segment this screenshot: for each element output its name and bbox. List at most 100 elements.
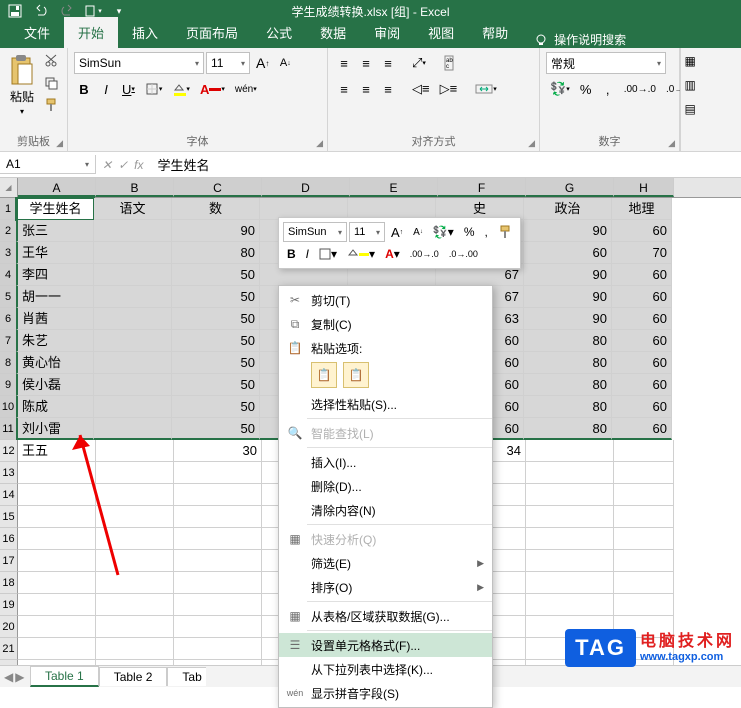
cell[interactable] [614,572,674,594]
cell[interactable]: 60 [612,418,672,440]
menu-show-phonetic[interactable]: wén显示拼音字段(S) [279,681,492,705]
cell[interactable] [94,308,172,330]
cell[interactable] [174,572,262,594]
border-button[interactable]: ▾ [141,78,167,100]
cell[interactable] [96,594,174,616]
menu-clear[interactable]: 清除内容(N) [279,498,492,522]
cell[interactable] [94,220,172,242]
cell[interactable]: 50 [172,286,260,308]
row-header[interactable]: 15 [0,506,18,528]
cell[interactable]: 数 [172,198,260,220]
cell[interactable] [614,484,674,506]
mini-border[interactable]: ▾ [315,244,341,264]
tab-insert[interactable]: 插入 [118,17,172,48]
menu-pick-from-list[interactable]: 从下拉列表中选择(K)... [279,657,492,681]
cell[interactable] [96,528,174,550]
cell[interactable] [614,506,674,528]
italic-button[interactable]: I [96,78,116,100]
col-header-B[interactable]: B [96,178,174,197]
cell[interactable] [96,440,174,462]
cancel-formula-icon[interactable]: ✕ [102,158,112,172]
row-header[interactable]: 13 [0,462,18,484]
cell[interactable] [94,264,172,286]
cell[interactable]: 50 [172,308,260,330]
menu-copy[interactable]: ⧉复制(C) [279,312,492,336]
cell[interactable]: 80 [524,374,612,396]
cell[interactable] [94,374,172,396]
orientation-icon[interactable]: ⤢▾ [408,52,430,74]
fx-icon[interactable]: fx [134,158,143,172]
cell[interactable] [18,506,96,528]
col-header-D[interactable]: D [262,178,350,197]
mini-font-color[interactable]: A▾ [381,244,404,264]
mini-percent[interactable]: % [460,222,479,242]
cell[interactable]: 地理 [612,198,672,220]
cell[interactable] [18,550,96,572]
paste-option-default[interactable]: 📋 [311,362,337,388]
sheet-tab-1[interactable]: Table 1 [30,666,99,687]
select-all-button[interactable]: ◢ [0,178,18,197]
mini-shrink-font[interactable]: A↓ [409,222,427,242]
cell[interactable]: 李四 [16,264,94,286]
cell[interactable]: 刘小雷 [16,418,94,440]
cell[interactable] [174,638,262,660]
cell[interactable]: 60 [612,264,672,286]
cell[interactable]: 80 [524,418,612,440]
row-header[interactable]: 19 [0,594,18,616]
accounting-format-icon[interactable]: 💱▾ [546,78,574,100]
cell[interactable]: 60 [612,220,672,242]
cell[interactable] [96,484,174,506]
cell[interactable]: 90 [172,220,260,242]
table-format-icon[interactable]: ▥ [685,78,703,96]
mini-inc-decimal[interactable]: .00→.0 [406,244,443,264]
col-header-H[interactable]: H [614,178,674,197]
fill-color-button[interactable]: ▾ [168,78,194,100]
cell[interactable]: 语文 [94,198,172,220]
format-painter-icon[interactable] [42,96,60,114]
col-header-G[interactable]: G [526,178,614,197]
cell[interactable] [614,462,674,484]
cell[interactable] [18,594,96,616]
cell[interactable] [96,616,174,638]
cell[interactable]: 80 [524,396,612,418]
tab-formulas[interactable]: 公式 [252,17,306,48]
col-header-C[interactable]: C [174,178,262,197]
wrap-text-icon[interactable]: abc [440,52,466,74]
mini-font-size[interactable]: 11▾ [349,222,385,242]
menu-filter[interactable]: 筛选(E)▶ [279,551,492,575]
row-header[interactable]: 14 [0,484,18,506]
cell[interactable]: 90 [524,308,612,330]
cell[interactable] [174,506,262,528]
cell[interactable]: 50 [172,352,260,374]
decrease-indent-icon[interactable]: ◁≡ [408,78,434,100]
cell[interactable] [18,484,96,506]
cell[interactable] [174,616,262,638]
cell[interactable] [174,484,262,506]
cell[interactable] [18,528,96,550]
cell[interactable] [96,550,174,572]
mini-dec-decimal[interactable]: .0→.00 [445,244,482,264]
cell[interactable]: 60 [612,374,672,396]
row-header[interactable]: 17 [0,550,18,572]
cell[interactable] [614,550,674,572]
align-top-icon[interactable]: ≡ [334,52,354,74]
cell[interactable] [18,572,96,594]
menu-cut[interactable]: ✂剪切(T) [279,288,492,312]
cell[interactable] [526,506,614,528]
number-launcher-icon[interactable]: ◢ [668,138,675,149]
cell[interactable]: 90 [524,220,612,242]
cell[interactable]: 50 [172,264,260,286]
cell[interactable]: 70 [612,242,672,264]
sheet-tab-3[interactable]: Tab [167,667,205,686]
cell[interactable] [96,638,174,660]
cell[interactable] [174,462,262,484]
mini-format-painter-icon[interactable] [494,222,516,242]
cell[interactable] [18,638,96,660]
cell[interactable]: 50 [172,418,260,440]
cell[interactable] [94,396,172,418]
mini-comma[interactable]: , [480,222,491,242]
cell[interactable] [526,528,614,550]
menu-paste-special[interactable]: 选择性粘贴(S)... [279,392,492,416]
cell[interactable] [614,440,674,462]
row-header[interactable]: 16 [0,528,18,550]
